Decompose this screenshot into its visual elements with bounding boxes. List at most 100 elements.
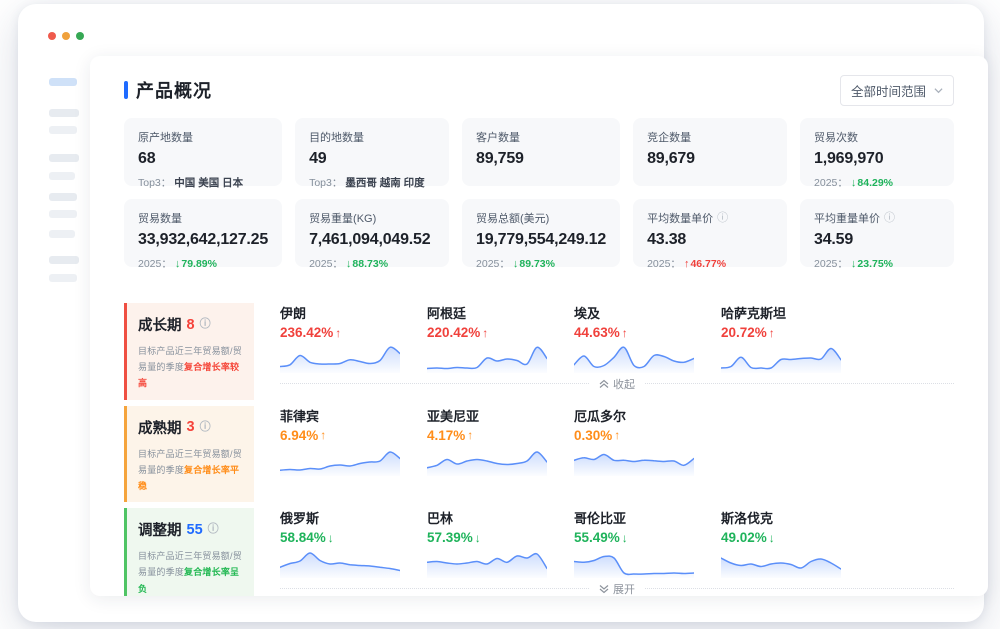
sidebar-item[interactable] bbox=[49, 256, 79, 264]
stage-name: 调整期 bbox=[138, 519, 182, 540]
expand-divider: 展开 bbox=[280, 581, 954, 596]
arrow-up-icon: ↑ bbox=[769, 326, 775, 340]
country-name: 亚美尼亚 bbox=[427, 406, 549, 425]
window-controls bbox=[48, 32, 84, 40]
double-chevron-down-icon bbox=[599, 584, 609, 594]
sparkline-chart bbox=[427, 444, 547, 476]
stat-label: 贸易总额(美元) bbox=[476, 210, 606, 226]
country-pct: 6.94%↑ bbox=[280, 428, 402, 443]
stat-card-avg-qty-price: 平均数量单价ⓘ 43.38 2025：↑46.77% bbox=[633, 199, 787, 267]
country-cell[interactable]: 埃及 44.63%↑ bbox=[574, 303, 696, 373]
sidebar-item[interactable] bbox=[49, 109, 79, 117]
expand-button[interactable]: 展开 bbox=[599, 581, 635, 596]
sparkline-chart bbox=[427, 341, 547, 373]
stat-sub: 2025：↓84.29% bbox=[814, 175, 940, 190]
country-name: 哥伦比亚 bbox=[574, 508, 696, 527]
stat-card-competitor-count: 竞企数量 89,679 bbox=[633, 118, 787, 186]
stat-value: 7,461,094,049.52 bbox=[309, 231, 435, 249]
time-range-select[interactable]: 全部时间范围 bbox=[840, 75, 954, 106]
sparkline-chart bbox=[574, 341, 694, 373]
divider-line bbox=[645, 383, 954, 384]
country-cell[interactable]: 俄罗斯 58.84%↓ bbox=[280, 508, 402, 578]
sidebar-item[interactable] bbox=[49, 230, 75, 238]
trend-pct: 23.75% bbox=[857, 258, 893, 270]
arrow-down-icon: ↓ bbox=[328, 531, 334, 545]
country-pct: 55.49%↓ bbox=[574, 530, 696, 545]
stat-sub: 2025：↓88.73% bbox=[309, 256, 435, 271]
sidebar-item[interactable] bbox=[49, 210, 77, 218]
stat-card-trade-weight: 贸易重量(KG) 7,461,094,049.52 2025：↓88.73% bbox=[295, 199, 449, 267]
info-icon[interactable]: ⓘ bbox=[200, 422, 211, 433]
double-chevron-up-icon bbox=[599, 379, 609, 389]
stage-label-mature: 成熟期 3 ⓘ 目标产品近三年贸易额/贸易量的季度复合增长率平稳 bbox=[124, 406, 254, 503]
country-cell[interactable]: 菲律宾 6.94%↑ bbox=[280, 406, 402, 476]
arrow-down-icon: ↓ bbox=[513, 258, 519, 270]
info-icon[interactable]: ⓘ bbox=[208, 524, 219, 535]
arrow-down-icon: ↓ bbox=[622, 531, 628, 545]
sidebar-item[interactable] bbox=[49, 274, 77, 282]
country-pct: 0.30%↑ bbox=[574, 428, 696, 443]
pct-value: 58.84% bbox=[280, 530, 326, 545]
collapse-button[interactable]: 收起 bbox=[599, 376, 635, 392]
country-name: 阿根廷 bbox=[427, 303, 549, 322]
minimize-button[interactable] bbox=[62, 32, 70, 40]
stage-desc: 目标产品近三年贸易额/贸易量的季度复合增长率呈负 bbox=[138, 548, 248, 596]
collapse-label: 收起 bbox=[613, 376, 635, 392]
sidebar-item[interactable] bbox=[49, 154, 79, 162]
page-title: 产品概况 bbox=[136, 77, 212, 103]
stat-label: 竞企数量 bbox=[647, 129, 773, 145]
arrow-down-icon: ↓ bbox=[769, 531, 775, 545]
stat-sub-prefix: 2025： bbox=[309, 256, 343, 271]
country-name: 埃及 bbox=[574, 303, 696, 322]
sidebar-item[interactable] bbox=[49, 172, 75, 180]
sparkline-chart bbox=[280, 546, 400, 578]
zoom-button[interactable] bbox=[76, 32, 84, 40]
stage-title: 成长期 8 ⓘ bbox=[138, 314, 248, 335]
divider-line bbox=[280, 588, 589, 589]
sidebar-item[interactable] bbox=[49, 126, 77, 134]
stat-label: 平均数量单价ⓘ bbox=[647, 210, 773, 226]
country-cell[interactable]: 亚美尼亚 4.17%↑ bbox=[427, 406, 549, 476]
trend-pct: 88.73% bbox=[352, 258, 388, 270]
stage-label-adjust: 调整期 55 ⓘ 目标产品近三年贸易额/贸易量的季度复合增长率呈负 bbox=[124, 508, 254, 596]
title-accent-bar bbox=[124, 81, 128, 99]
sidebar-item[interactable] bbox=[49, 193, 77, 201]
sparkline-chart bbox=[280, 341, 400, 373]
country-pct: 57.39%↓ bbox=[427, 530, 549, 545]
sparkline-chart bbox=[721, 341, 841, 373]
country-cell[interactable]: 厄瓜多尔 0.30%↑ bbox=[574, 406, 696, 476]
pct-value: 6.94% bbox=[280, 428, 318, 443]
country-name: 俄罗斯 bbox=[280, 508, 402, 527]
sparkline-chart bbox=[574, 444, 694, 476]
pct-value: 20.72% bbox=[721, 325, 767, 340]
info-icon[interactable]: ⓘ bbox=[717, 213, 728, 224]
title-wrap: 产品概况 bbox=[124, 77, 212, 103]
sidebar-item-active[interactable] bbox=[49, 78, 77, 86]
country-name: 厄瓜多尔 bbox=[574, 406, 696, 425]
arrow-up-icon: ↑ bbox=[684, 258, 690, 270]
stat-label: 目的地数量 bbox=[309, 129, 435, 145]
info-icon[interactable]: ⓘ bbox=[884, 213, 895, 224]
stat-label: 原产地数量 bbox=[138, 129, 268, 145]
stat-sub-value: 墨西哥 越南 印度 bbox=[345, 175, 424, 190]
country-cell[interactable]: 阿根廷 220.42%↑ bbox=[427, 303, 549, 373]
stat-value: 49 bbox=[309, 150, 435, 168]
stat-sub: 2025：↓89.73% bbox=[476, 256, 606, 271]
stat-sub: 2025：↓23.75% bbox=[814, 256, 940, 271]
close-button[interactable] bbox=[48, 32, 56, 40]
stat-value: 34.59 bbox=[814, 231, 940, 249]
country-cell[interactable]: 哥伦比亚 55.49%↓ bbox=[574, 508, 696, 578]
country-cell[interactable]: 斯洛伐克 49.02%↓ bbox=[721, 508, 843, 578]
trend-value: ↓88.73% bbox=[346, 258, 388, 270]
country-cell[interactable]: 巴林 57.39%↓ bbox=[427, 508, 549, 578]
country-cell[interactable]: 伊朗 236.42%↑ bbox=[280, 303, 402, 373]
stat-sub: Top3：墨西哥 越南 印度 bbox=[309, 175, 435, 190]
trend-value: ↓89.73% bbox=[513, 258, 555, 270]
country-cell[interactable]: 哈萨克斯坦 20.72%↑ bbox=[721, 303, 843, 373]
info-icon[interactable]: ⓘ bbox=[200, 319, 211, 330]
stat-card-avg-weight-price: 平均重量单价ⓘ 34.59 2025：↓23.75% bbox=[800, 199, 954, 267]
collapse-divider: 收起 bbox=[280, 376, 954, 391]
stat-label: 客户数量 bbox=[476, 129, 606, 145]
pct-value: 44.63% bbox=[574, 325, 620, 340]
stat-label: 贸易重量(KG) bbox=[309, 210, 435, 226]
